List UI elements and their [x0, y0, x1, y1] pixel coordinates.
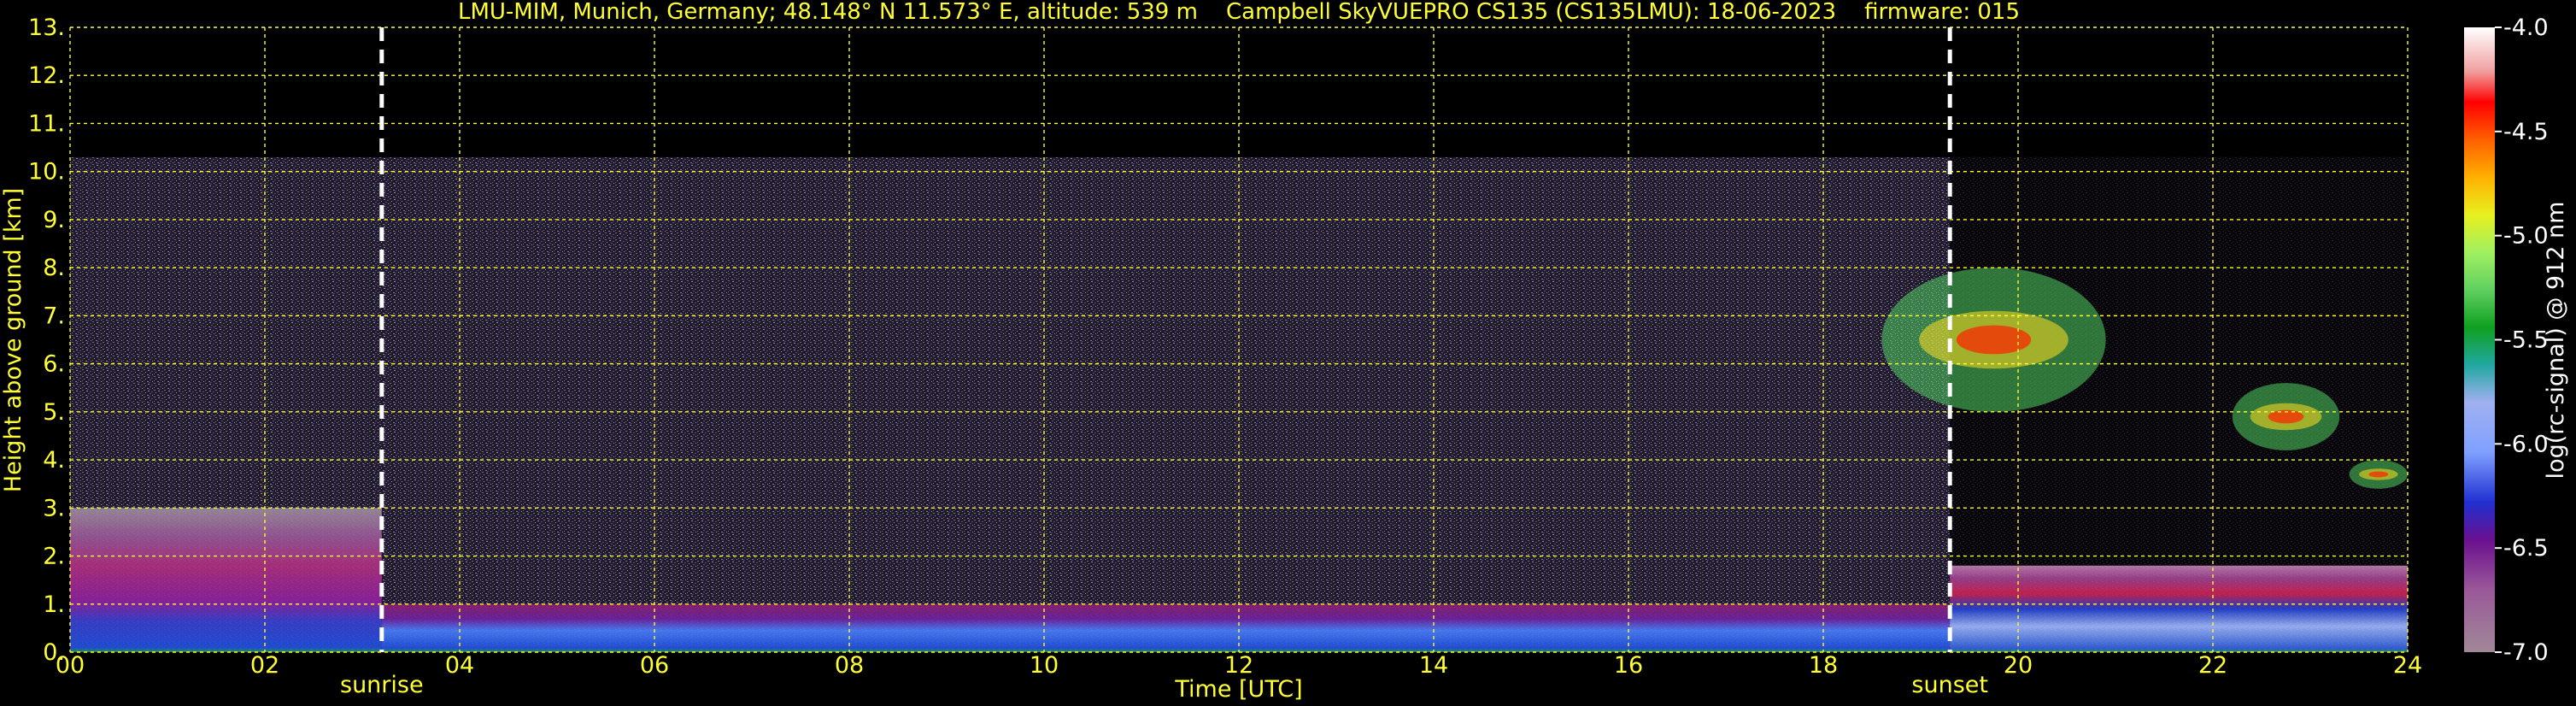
x-axis-label: Time [UTC] — [1174, 676, 1302, 703]
x-tick-label: 08 — [835, 652, 864, 679]
y-tick-label: 3. — [43, 495, 65, 521]
x-tick-label: 20 — [2004, 652, 2033, 679]
y-tick-label: 9. — [43, 207, 65, 233]
colorbar-tick-label: -5.0 — [2503, 223, 2549, 250]
y-tick-label: 4. — [43, 447, 65, 474]
x-tick-label: 14 — [1419, 652, 1448, 679]
colorbar-tick-label: -7.0 — [2503, 639, 2549, 666]
y-tick-label: 8. — [43, 255, 65, 281]
colorbar-tick-label: -4.0 — [2503, 15, 2549, 41]
x-tick-label: 06 — [640, 652, 669, 679]
x-tick-label: 24 — [2393, 652, 2422, 679]
x-tick-label: 12 — [1224, 652, 1253, 679]
sunset-label: sunset — [1911, 672, 1988, 698]
y-tick-label: 13. — [28, 15, 65, 41]
cloud-peak-3 — [1956, 325, 2032, 355]
y-tick-label: 1. — [43, 591, 65, 618]
y-tick-label: 5. — [43, 399, 65, 426]
colorbar-tick-label: -6.5 — [2503, 535, 2549, 562]
x-tick-label: 16 — [1614, 652, 1643, 679]
x-tick-label: 18 — [1809, 652, 1838, 679]
aerosol-layer-0 — [70, 508, 382, 652]
colorbar-tick-label: -4.5 — [2503, 119, 2549, 145]
x-tick-label: 10 — [1030, 652, 1059, 679]
colorbar-label: log(rc-signal) @ 912 nm — [2543, 202, 2569, 479]
x-tick-label: 02 — [250, 652, 279, 679]
aerosol-layer-1 — [381, 603, 1951, 652]
x-tick-label: 04 — [445, 652, 474, 679]
x-tick-label: 22 — [2198, 652, 2227, 679]
y-tick-label: 10. — [28, 159, 65, 185]
y-tick-label: 7. — [43, 303, 65, 329]
cloud-peak-5 — [2368, 471, 2389, 478]
colorbar-tick-label: -6.0 — [2503, 431, 2549, 457]
ceilometer-chart: sunrise sunset 00 02 04 06 08 10 12 14 16 18 20 22 24… — [0, 0, 2569, 703]
colorbar: -4.0 -4.5 -5.0 -5.5 -6.0 -6.5 -7.0 log(rc-sign… — [2464, 15, 2569, 666]
y-tick-label: 12. — [28, 62, 65, 89]
plot-area: sunrise sunset — [69, 26, 2409, 698]
y-tick-label: 0. — [43, 639, 65, 666]
y-tick-label: 2. — [43, 544, 65, 570]
chart-title: LMU-MIM, Munich, Germany; 48.148° N 11.5… — [458, 0, 2020, 25]
colorbar-tick-label: -5.5 — [2503, 327, 2549, 354]
y-tick-label: 11. — [28, 110, 65, 137]
y-axis-label: Height above ground [km] — [0, 188, 26, 492]
sunrise-label: sunrise — [340, 672, 424, 698]
y-tick-label: 6. — [43, 351, 65, 378]
